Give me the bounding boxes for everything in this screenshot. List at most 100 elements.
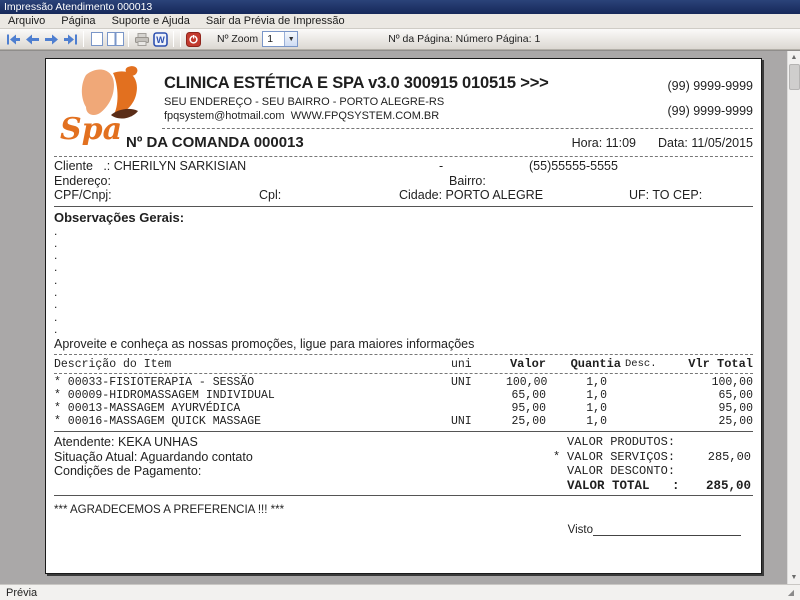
col-descricao: Descrição do Item — [54, 358, 172, 372]
divider — [162, 128, 753, 129]
client-cpl-label: Cpl: — [259, 188, 282, 202]
observation-line: . — [54, 321, 58, 336]
page-number-info: Nº da Página: Número Página: 1 — [388, 33, 541, 45]
preview-workspace: Spa CLINICA ESTÉTICA E SPA v3.0 300915 0… — [0, 50, 800, 584]
col-desconto: Desc. — [625, 358, 657, 371]
thanks-message: *** AGRADECEMOS A PREFERENCIA !!! *** — [54, 504, 285, 517]
phone-2: (99) 9999-9999 — [667, 104, 753, 118]
first-page-button[interactable] — [4, 31, 23, 48]
hora-value: Hora: 11:09 — [571, 136, 637, 150]
client-cpf-label: CPF/Cnpj: — [54, 188, 112, 202]
client-block: Cliente .: CHERILYN SARKISIAN - (55)5555… — [54, 157, 753, 203]
chevron-down-icon[interactable]: ▼ — [284, 32, 298, 46]
col-uni: uni — [451, 358, 472, 372]
menu-bar: Arquivo Página Suporte e Ajuda Sair da P… — [0, 14, 800, 29]
valor-produtos-row: VALOR PRODUTOS: — [567, 435, 676, 450]
table-row: * 00009-HIDROMASSAGEM INDIVIDUAL 65,00 1… — [54, 389, 753, 402]
item-valor: 95,00 — [511, 402, 546, 416]
scrollbar-thumb[interactable] — [789, 64, 800, 90]
client-phone: (55)55555-5555 — [529, 159, 618, 173]
observation-line: . — [54, 260, 58, 275]
svg-text:W: W — [156, 35, 165, 45]
scroll-down-icon[interactable]: ▼ — [788, 571, 800, 584]
window-titlebar[interactable]: Impressão Atendimento 000013 — [0, 0, 800, 14]
item-valor: 100,00 — [506, 376, 548, 390]
items-table-rows: * 00033-FISIOTERAPIA - SESSÃO UNI 100,00… — [54, 374, 753, 431]
item-uni: UNI — [451, 376, 472, 390]
promo-message: Aproveite e conheça as nossas promoções,… — [54, 337, 475, 352]
data-value: Data: 11/05/2015 — [658, 136, 753, 150]
item-qty: 1,0 — [586, 389, 607, 403]
valor-servicos-row: * VALOR SERVIÇOS: 285,00 — [553, 449, 751, 464]
vertical-scrollbar[interactable]: ▲ ▼ — [787, 51, 800, 584]
last-page-icon — [63, 34, 78, 45]
table-row: * 00013-MASSAGEM AYURVÉDICA 95,00 1,0 95… — [54, 402, 753, 415]
item-uni — [451, 402, 506, 415]
observation-line: . — [54, 235, 58, 250]
visto-underline — [593, 524, 741, 537]
previous-page-icon — [25, 34, 40, 45]
exit-power-icon — [186, 31, 201, 47]
single-page-view-button[interactable] — [87, 31, 106, 48]
print-button[interactable] — [132, 31, 151, 48]
printer-icon — [134, 32, 149, 46]
close-preview-button[interactable] — [184, 31, 203, 48]
menu-arquivo[interactable]: Arquivo — [0, 14, 53, 28]
valor-total-row: VALOR TOTAL :285,00 — [567, 478, 751, 493]
visto-line: Visto — [54, 524, 753, 537]
company-contact: fpqsystem@hotmail.com WWW.FPQSYSTEM.COM.… — [164, 110, 440, 122]
phone-1: (99) 9999-9999 — [667, 79, 753, 93]
menu-sair-previa[interactable]: Sair da Prévia de Impressão — [198, 14, 353, 28]
spa-logo: Spa — [56, 63, 162, 145]
item-disc — [621, 376, 666, 389]
col-vlr-total: Vlr Total — [688, 357, 753, 372]
item-desc: * 00009-HIDROMASSAGEM INDIVIDUAL — [54, 389, 275, 403]
first-page-icon — [6, 34, 21, 45]
scroll-up-icon[interactable]: ▲ — [788, 51, 800, 64]
observation-line: . — [54, 223, 58, 238]
item-valor: 65,00 — [511, 389, 546, 403]
observation-line: . — [54, 284, 58, 299]
company-block: CLINICA ESTÉTICA E SPA v3.0 300915 01051… — [164, 63, 613, 122]
item-uni — [451, 389, 506, 402]
window-title: Impressão Atendimento 000013 — [4, 1, 153, 13]
item-disc — [621, 415, 666, 428]
item-desc: * 00016-MASSAGEM QUICK MASSAGE — [54, 415, 262, 429]
document-header: Spa CLINICA ESTÉTICA E SPA v3.0 300915 0… — [54, 63, 753, 145]
two-page-view-button[interactable] — [106, 31, 125, 48]
observation-line: . — [54, 248, 58, 263]
next-page-icon — [44, 34, 59, 45]
toolbar-separator — [128, 31, 129, 47]
valor-desconto-row: VALOR DESCONTO: — [567, 464, 676, 479]
atendente: Atendente: KEKA UNHAS — [54, 435, 198, 450]
next-page-button[interactable] — [42, 31, 61, 48]
status-text: Prévia — [6, 586, 38, 599]
export-word-button[interactable]: W — [151, 31, 170, 48]
toolbar-separator — [180, 31, 181, 47]
last-page-button[interactable] — [61, 31, 80, 48]
totals-block: Atendente: KEKA UNHAS Situação Atual: Ag… — [54, 432, 753, 493]
company-phones: (99) 9999-9999 (99) 9999-9999 — [668, 63, 753, 118]
status-bar: Prévia ◢ — [0, 584, 800, 600]
document-page: Spa CLINICA ESTÉTICA E SPA v3.0 300915 0… — [45, 58, 762, 574]
condicoes-pagamento: Condições de Pagamento: — [54, 464, 202, 479]
previous-page-button[interactable] — [23, 31, 42, 48]
client-bairro-label: Bairro: — [449, 173, 486, 188]
client-uf-cep: UF: TO CEP: — [629, 188, 703, 202]
company-address: SEU ENDEREÇO - SEU BAIRRO - PORTO ALEGRE… — [164, 96, 445, 108]
client-address-label: Endereço: — [54, 173, 111, 188]
resize-grip[interactable]: ◢ — [788, 588, 794, 597]
item-desc: * 00013-MASSAGEM AYURVÉDICA — [54, 402, 241, 416]
observation-line: . — [54, 309, 58, 324]
menu-suporte[interactable]: Suporte e Ajuda — [104, 14, 198, 28]
app-window: Impressão Atendimento 000013 Arquivo Pág… — [0, 0, 800, 600]
zoom-select[interactable]: 1 ▼ — [262, 31, 299, 47]
col-valor: Valor — [509, 357, 546, 372]
thanks-row: *** AGRADECEMOS A PREFERENCIA !!! *** — [54, 496, 753, 518]
col-quantia: Quantia — [570, 357, 621, 372]
observations-block: Observações Gerais: . . . . . . . . . Ap… — [54, 207, 753, 352]
item-total: 95,00 — [718, 402, 753, 416]
item-disc — [621, 402, 666, 415]
menu-pagina[interactable]: Página — [53, 14, 103, 28]
toolbar: W Nº Zoom 1 ▼ Nº da Página: Número Págin… — [0, 29, 800, 50]
